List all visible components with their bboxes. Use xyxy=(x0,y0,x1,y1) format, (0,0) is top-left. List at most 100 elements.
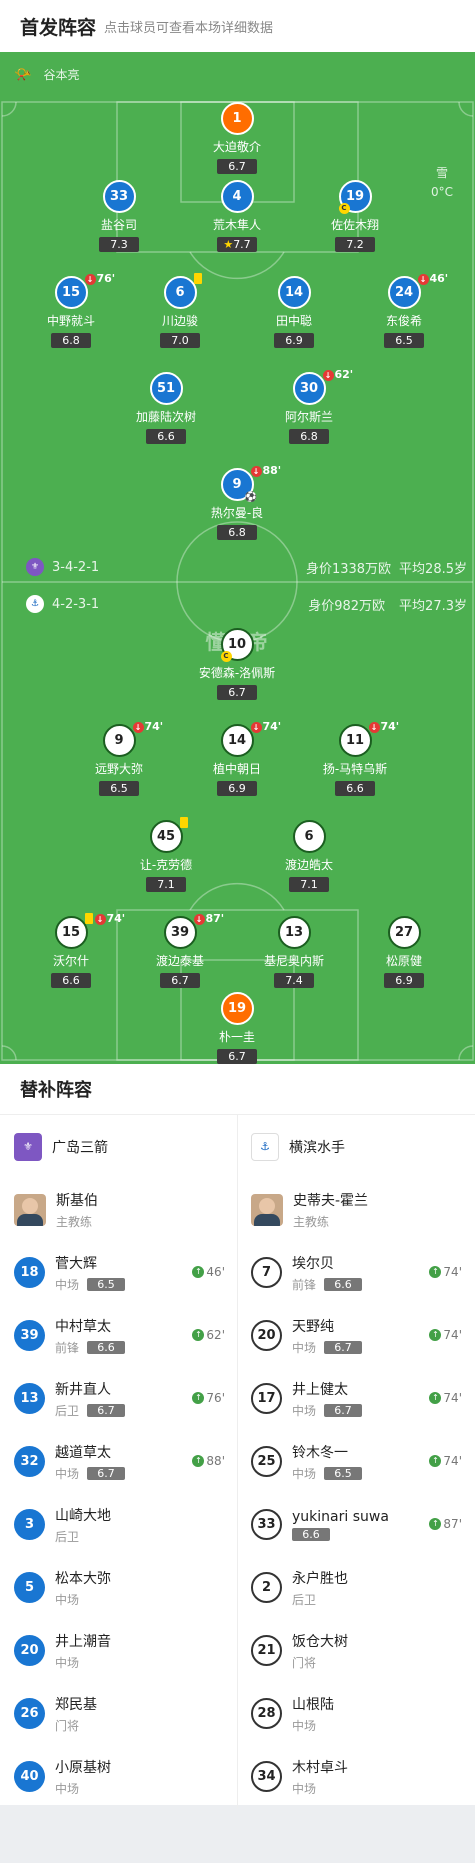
sub-player-row[interactable]: 28 山根陆 中场 xyxy=(237,1682,474,1745)
away-team-header[interactable]: ⚓ 横滨水手 xyxy=(237,1115,474,1178)
sub-position: 后卫 xyxy=(292,1592,317,1607)
player-rating: 6.6 xyxy=(146,429,186,444)
sub-rating: 6.5 xyxy=(87,1277,126,1291)
sub-position: 后卫 xyxy=(55,1403,80,1418)
sub-time: 62' xyxy=(334,368,354,381)
player-number: 6 xyxy=(292,820,326,853)
sub-player-row[interactable]: 13 新井直人 后卫 6.7 ↑ 76' xyxy=(0,1367,237,1430)
player-away[interactable]: 45 让-克劳德 7.1 xyxy=(116,817,216,892)
sub-number: 28 xyxy=(251,1698,282,1729)
sub-position: 中场 xyxy=(55,1466,80,1481)
sub-player-row[interactable]: 2 永户胜也 后卫 xyxy=(237,1556,474,1619)
sub-player-row[interactable]: 7 埃尔贝 前锋 6.6 ↑ 74' xyxy=(237,1241,474,1304)
player-rating: 6.5 xyxy=(384,333,424,348)
player-away[interactable]: 6 渡边皓太 7.1 xyxy=(259,820,359,892)
player-home[interactable]: 51 加藤陆次树 6.6 xyxy=(116,372,216,444)
away-subs-column: ⚓ 横滨水手 史蒂夫-霍兰 主教练 7 埃尔贝 前锋 6.6 ↑ 74' 20 天野纯 中场 6.7… xyxy=(237,1115,474,1808)
away-team-row: ⚓ 4-2-3-1 xyxy=(26,595,99,613)
player-name: 扬-马特乌斯 xyxy=(322,762,388,776)
player-home[interactable]: 19 C 佐佐木翔 7.2 xyxy=(305,180,405,252)
player-away[interactable]: 9 ↓ 74' 远野大弥 6.5 xyxy=(69,720,169,796)
sub-name: 小原基树 xyxy=(55,1759,111,1776)
player-name: 加藤陆次树 xyxy=(135,410,196,424)
team-name: 广岛三箭 xyxy=(52,1139,108,1156)
player-home[interactable]: 30 ↓ 62' 阿尔斯兰 6.8 xyxy=(259,368,359,444)
player-home[interactable]: 14 田中聪 6.9 xyxy=(244,276,344,348)
sub-position: 前锋 xyxy=(292,1277,317,1292)
sub-rating: 6.6 xyxy=(87,1340,126,1354)
sub-player-row[interactable]: 5 松本大弥 中场 xyxy=(0,1556,237,1619)
sub-player-row[interactable]: 17 井上健太 中场 6.7 ↑ 74' xyxy=(237,1367,474,1430)
player-home[interactable]: 15 ↓ 76' 中野就斗 6.8 xyxy=(21,272,121,348)
sub-player-row[interactable]: 20 天野纯 中场 6.7 ↑ 74' xyxy=(237,1304,474,1367)
sub-on-icon: ↑ xyxy=(429,1329,442,1341)
sub-number: 3 xyxy=(14,1509,45,1540)
sub-position-line: 6.6 xyxy=(292,1527,389,1541)
sub-on-time: 74' xyxy=(443,1391,462,1405)
sub-off-icon: ↓ xyxy=(132,722,144,733)
sub-position: 后卫 xyxy=(55,1529,80,1544)
player-away[interactable]: 10 C 安德森-洛佩斯 6.7 xyxy=(187,628,287,700)
sub-player-row[interactable]: 40 小原基树 中场 xyxy=(0,1745,237,1808)
away-stats: 身价982万欧 平均27.3岁 xyxy=(308,595,467,614)
player-number: 13 xyxy=(277,916,311,949)
sub-off-indicator: ↓ 88' xyxy=(250,464,281,477)
player-name: 远野大弥 xyxy=(94,762,143,776)
sub-player-row[interactable]: 3 山崎大地 后卫 xyxy=(0,1493,237,1556)
player-home[interactable]: 24 ↓ 46' 东俊希 6.5 xyxy=(354,272,454,348)
sub-name: 山根陆 xyxy=(292,1696,334,1713)
player-away[interactable]: 39 ↓ 87' 渡边泰基 6.7 xyxy=(130,912,230,988)
player-name: 植中朝日 xyxy=(212,762,261,776)
sub-player-row[interactable]: 33 yukinari suwa 6.6 ↑ 87' xyxy=(237,1493,474,1556)
player-number-value: 45 xyxy=(156,829,176,844)
sub-player-row[interactable]: 21 饭仓大树 门将 xyxy=(237,1619,474,1682)
sub-player-row[interactable]: 32 越道草太 中场 6.7 ↑ 88' xyxy=(0,1430,237,1493)
player-away[interactable]: 11 ↓ 74' 扬-马特乌斯 6.6 xyxy=(305,720,405,796)
player-away[interactable]: 14 ↓ 74' 植中朝日 6.9 xyxy=(187,720,287,796)
player-home[interactable]: 33 盐谷司 7.3 xyxy=(69,180,169,252)
sub-player-row[interactable]: 25 铃木冬一 中场 6.5 ↑ 74' xyxy=(237,1430,474,1493)
captain-icon: C xyxy=(220,651,232,662)
sub-player-row[interactable]: 18 菅大辉 中场 6.5 ↑ 46' xyxy=(0,1241,237,1304)
sub-number: 21 xyxy=(251,1635,282,1666)
player-home[interactable]: 9 ↓ 88' ⚽ 热尔曼-良 6.8 xyxy=(187,464,287,540)
sub-rating: 6.5 xyxy=(324,1466,363,1480)
sub-position: 中场 xyxy=(292,1781,317,1796)
sub-name: 埃尔贝 xyxy=(292,1255,334,1272)
sub-number: 7 xyxy=(251,1257,282,1288)
sub-rating: 6.7 xyxy=(324,1340,363,1354)
sub-off-icon: ↓ xyxy=(84,274,96,285)
sub-name: 松本大弥 xyxy=(55,1570,111,1587)
sub-player-row[interactable]: 34 木村卓斗 中场 xyxy=(237,1745,474,1808)
home-team-logo: ⚜ xyxy=(26,558,44,576)
sub-position-line: 中场 6.7 xyxy=(292,1339,363,1356)
home-team-row: ⚜ 3-4-2-1 xyxy=(26,558,99,576)
home-value: 身价1338万欧 xyxy=(305,562,392,577)
sub-position-line: 后卫 xyxy=(55,1528,111,1545)
player-number: 1 xyxy=(220,102,254,135)
player-away[interactable]: 13 基尼奥内斯 7.4 xyxy=(244,916,344,988)
sub-player-row[interactable]: 26 郑民基 门将 xyxy=(0,1682,237,1745)
referee-info: 📯 谷本亮 xyxy=(14,66,79,83)
player-home[interactable]: 4 荒木隼人 ★7.7 xyxy=(187,180,287,252)
page-title: 首发阵容 xyxy=(20,16,97,39)
sub-off-indicator: ↓ 74' xyxy=(94,912,125,925)
sub-player-row[interactable]: 39 中村草太 前锋 6.6 ↑ 62' xyxy=(0,1304,237,1367)
sub-player-row[interactable]: 20 井上潮音 中场 xyxy=(0,1619,237,1682)
sub-rating: 6.7 xyxy=(87,1403,126,1417)
sub-position-line: 门将 xyxy=(55,1717,97,1734)
player-away-gk[interactable]: 19 朴一圭 6.7 xyxy=(187,992,287,1064)
sub-number: 20 xyxy=(251,1320,282,1351)
player-home-gk[interactable]: 1 大迫敬介 6.7 xyxy=(187,102,287,174)
sub-on-time: 74' xyxy=(443,1454,462,1468)
sub-on-icon: ↑ xyxy=(429,1455,442,1467)
sub-off-icon: ↓ xyxy=(250,722,262,733)
coach-row[interactable]: 斯基伯 主教练 xyxy=(0,1178,237,1241)
player-away[interactable]: 27 松原健 6.9 xyxy=(354,916,454,988)
sub-on-indicator: ↑ 87' xyxy=(429,1517,462,1531)
player-home[interactable]: 6 川边骏 7.0 xyxy=(130,273,230,348)
coach-row[interactable]: 史蒂夫-霍兰 主教练 xyxy=(237,1178,474,1241)
home-team-header[interactable]: ⚜ 广岛三箭 xyxy=(0,1115,237,1178)
yellow-card-icon xyxy=(179,817,188,828)
player-away[interactable]: 15 ↓ 74' 沃尔什 6.6 xyxy=(21,912,125,988)
